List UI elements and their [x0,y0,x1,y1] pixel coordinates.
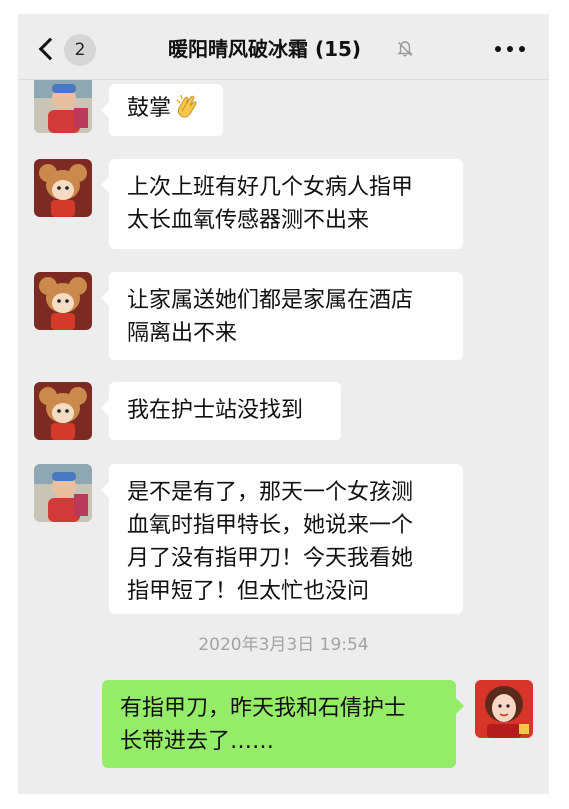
cartoon-mouse-avatar-icon [34,159,92,217]
child-photo-icon [34,80,92,133]
cartoon-mouse-avatar-icon [34,382,92,440]
chat-window: 2 暖阳晴风破冰霜 (15) 鼓掌 上次上班有好几个女病人指甲 太长血氧传感器测… [18,14,549,794]
more-options-button[interactable] [495,40,525,58]
chat-header: 2 暖阳晴风破冰霜 (15) [18,14,549,80]
mute-bell-icon [397,41,413,57]
dot-icon [507,46,513,52]
avatar[interactable] [34,80,92,133]
dot-icon [519,46,525,52]
message-bubble[interactable]: 鼓掌 [101,84,223,136]
avatar[interactable] [34,159,92,217]
child-photo-icon [34,464,92,522]
message-bubble[interactable]: 上次上班有好几个女病人指甲 太长血氧传感器测不出来 [101,159,463,249]
timestamp: 2020年3月3日 19:54 [198,635,369,655]
avatar[interactable] [34,382,92,440]
message-bubble[interactable]: 我在护士站没找到 [101,382,341,440]
message-bubble[interactable]: 让家属送她们都是家属在酒店 隔离出不来 [101,272,463,360]
avatar[interactable] [34,272,92,330]
dot-icon [495,46,501,52]
back-button[interactable]: 2 [38,34,98,68]
girl-portrait-avatar-icon [475,680,533,738]
message-bubble[interactable]: 是不是有了，那天一个女孩测 血氧时指甲特长，她说来一个 月了没有指甲刀！今天我看… [101,464,463,614]
my-message-bubble[interactable]: 有指甲刀，昨天我和石倩护士 长带进去了…… [102,680,464,768]
avatar[interactable] [34,464,92,522]
clapping-hands-icon [176,94,197,118]
unread-count-badge: 2 [64,34,96,66]
cartoon-mouse-avatar-icon [34,272,92,330]
chevron-left-icon [38,37,62,61]
chat-title: 暖阳晴风破冰霜 (15) [168,37,362,61]
my-avatar[interactable] [475,680,533,738]
